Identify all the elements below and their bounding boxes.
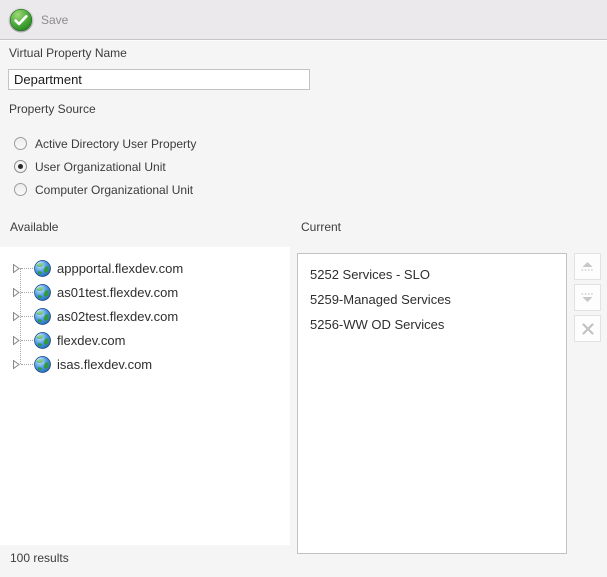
tree-row[interactable]: as02test.flexdev.com bbox=[0, 304, 290, 328]
tree-row[interactable]: flexdev.com bbox=[0, 328, 290, 352]
save-button[interactable]: Save bbox=[8, 6, 68, 34]
radio-label: Active Directory User Property bbox=[35, 137, 196, 151]
globe-icon bbox=[34, 308, 51, 325]
tree-row-list: appportal.flexdev.com bbox=[0, 256, 290, 376]
radio-user-organizational-unit[interactable]: User Organizational Unit bbox=[14, 155, 196, 178]
results-count-text: 100 results bbox=[10, 551, 69, 565]
tree-dotted-connector bbox=[21, 292, 33, 293]
globe-icon bbox=[34, 356, 51, 373]
tree-expander-icon[interactable] bbox=[13, 311, 21, 321]
property-source-label: Property Source bbox=[9, 102, 96, 116]
tree-item-label: appportal.flexdev.com bbox=[57, 261, 183, 276]
tree-item-label: flexdev.com bbox=[57, 333, 125, 348]
virtual-property-name-label: Virtual Property Name bbox=[9, 46, 127, 60]
tree-expander-icon[interactable] bbox=[13, 263, 21, 273]
radio-circle-icon bbox=[14, 137, 27, 150]
current-list-item[interactable]: 5252 Services - SLO bbox=[298, 262, 566, 287]
tree-expander-icon[interactable] bbox=[13, 359, 21, 369]
move-up-button[interactable] bbox=[574, 253, 601, 280]
move-up-icon bbox=[580, 261, 595, 272]
current-listbox[interactable]: 5252 Services - SLO 5259-Managed Service… bbox=[297, 253, 567, 554]
tree-row[interactable]: appportal.flexdev.com bbox=[0, 256, 290, 280]
save-button-label: Save bbox=[41, 13, 68, 27]
tree-dotted-connector bbox=[21, 364, 33, 365]
save-check-icon bbox=[8, 7, 34, 33]
radio-label: User Organizational Unit bbox=[35, 160, 166, 174]
tree-dotted-connector bbox=[21, 316, 33, 317]
current-list-item[interactable]: 5259-Managed Services bbox=[298, 287, 566, 312]
radio-label: Computer Organizational Unit bbox=[35, 183, 193, 197]
move-down-button[interactable] bbox=[574, 284, 601, 311]
radio-circle-icon bbox=[14, 160, 27, 173]
globe-icon bbox=[34, 260, 51, 277]
page: Save Virtual Property Name Property Sour… bbox=[0, 0, 607, 577]
tree-row[interactable]: as01test.flexdev.com bbox=[0, 280, 290, 304]
tree-item-label: as02test.flexdev.com bbox=[57, 309, 178, 324]
tree-dotted-connector bbox=[21, 340, 33, 341]
current-list-item[interactable]: 5256-WW OD Services bbox=[298, 312, 566, 337]
move-down-icon bbox=[580, 292, 595, 303]
radio-active-directory-user-property[interactable]: Active Directory User Property bbox=[14, 132, 196, 155]
globe-icon bbox=[34, 284, 51, 301]
current-label: Current bbox=[301, 220, 341, 234]
remove-x-icon bbox=[582, 323, 594, 335]
tree-expander-icon[interactable] bbox=[13, 287, 21, 297]
tree-row[interactable]: isas.flexdev.com bbox=[0, 352, 290, 376]
virtual-property-name-input[interactable] bbox=[8, 69, 310, 90]
tree-dotted-connector bbox=[21, 268, 33, 269]
tree-item-label: isas.flexdev.com bbox=[57, 357, 152, 372]
tree-item-label: as01test.flexdev.com bbox=[57, 285, 178, 300]
available-tree: appportal.flexdev.com bbox=[0, 247, 290, 545]
globe-icon bbox=[34, 332, 51, 349]
radio-circle-icon bbox=[14, 183, 27, 196]
tree-expander-icon[interactable] bbox=[13, 335, 21, 345]
property-source-radio-group: Active Directory User Property User Orga… bbox=[14, 132, 196, 201]
available-label: Available bbox=[10, 220, 58, 234]
toolbar: Save bbox=[0, 0, 607, 40]
radio-computer-organizational-unit[interactable]: Computer Organizational Unit bbox=[14, 178, 196, 201]
remove-button[interactable] bbox=[574, 315, 601, 342]
